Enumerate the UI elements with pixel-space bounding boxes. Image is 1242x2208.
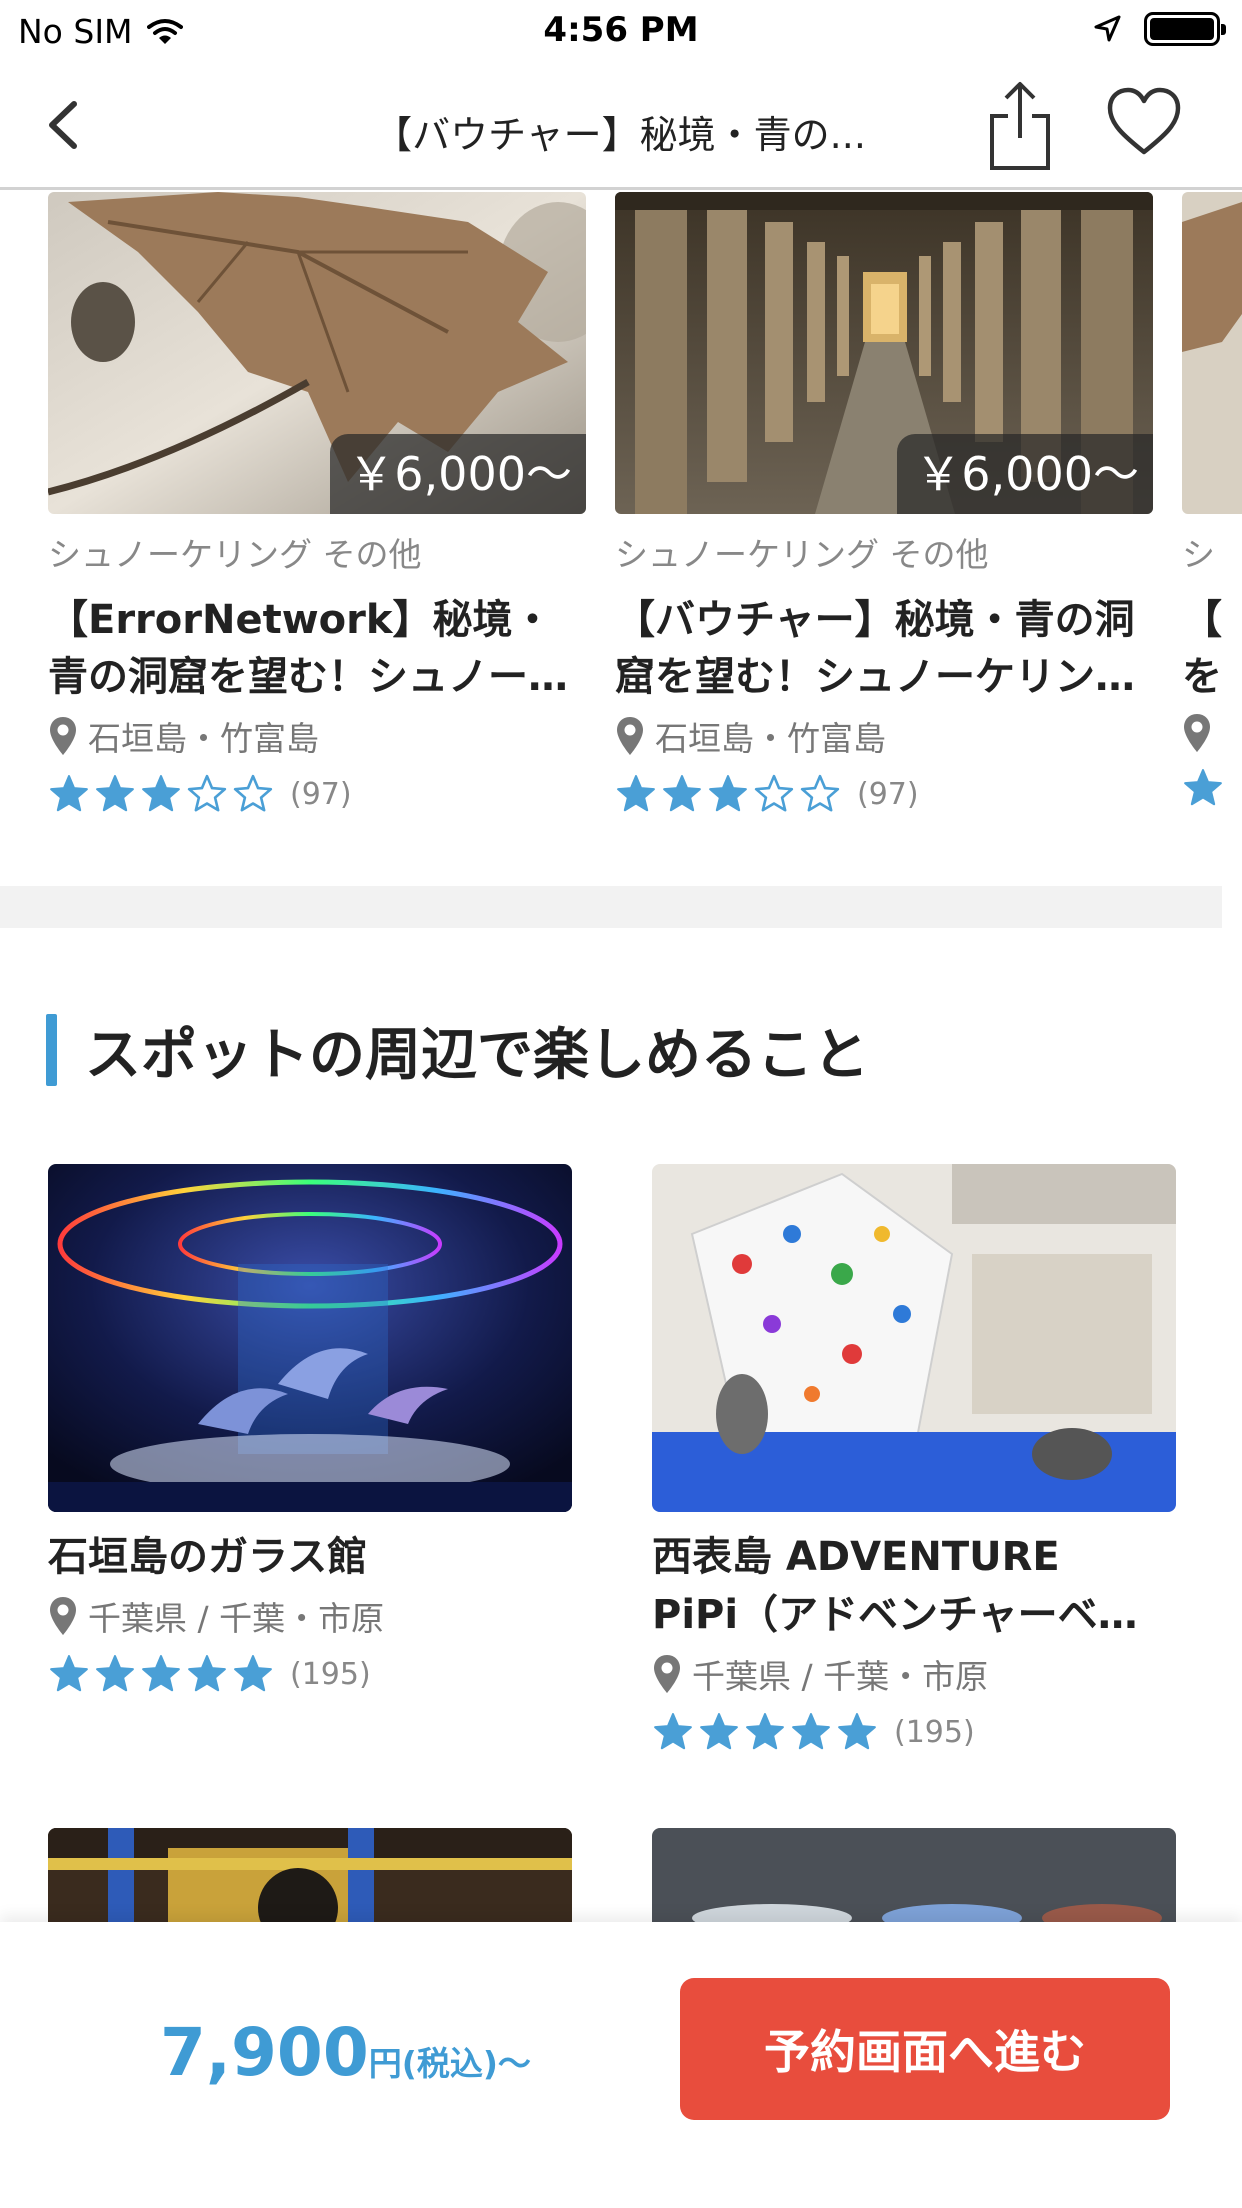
location-label: 千葉県 / 千葉・市原 <box>88 1599 385 1638</box>
dolphin-show-photo <box>48 1164 572 1512</box>
spot-name-line: 西表島 ADVENTURE <box>652 1534 1060 1580</box>
star-filled-icon <box>654 1713 692 1750</box>
spot-location: 千葉県 / 千葉・市原 <box>652 1650 1176 1698</box>
location-pin-icon <box>617 717 643 755</box>
star-filled-icon <box>50 775 88 812</box>
booking-bar: 7,900 円(税込)〜 予約画面へ進む <box>0 1922 1242 2208</box>
location-arrow-icon <box>1094 15 1121 42</box>
price-unit: 円(税込)〜 <box>368 2044 531 2083</box>
spot-name: 石垣島のガラス館 <box>48 1528 572 1586</box>
section-heading: スポットの周辺で楽しめること <box>46 1012 869 1088</box>
star-filled-icon <box>663 775 701 812</box>
star-filled-icon <box>188 1655 226 1692</box>
star-filled-icon <box>142 1655 180 1692</box>
total-price: 7,900 円(税込)〜 <box>160 2014 531 2091</box>
star-empty-icon <box>187 774 227 812</box>
tour-card-title: 【バウチャー】秘境・青の洞 窟を望む！シュノーケリン… <box>615 592 1153 706</box>
tour-card-category: シュノーケリング その他 <box>48 535 422 574</box>
favorite-heart-icon[interactable] <box>1104 82 1184 162</box>
star-filled-icon <box>1184 769 1222 806</box>
tour-card-location: 石垣島・竹富島 <box>615 712 1153 760</box>
related-tours-carousel[interactable]: ￥6,000〜 シュノーケリング その他 【ErrorNetwork】秘境・ 青… <box>0 192 1242 852</box>
tour-card[interactable]: ￥6,000〜 シュノーケリング その他 【バウチャー】秘境・青の洞 窟を望む！… <box>615 192 1153 814</box>
app-screen: No SIM 4:56 PM 【バウチャー】秘境・青の... ￥6,000〜 シ… <box>0 0 1242 2208</box>
tour-card-title-line: 窟を望む！シュノーケリン… <box>615 654 1135 700</box>
location-pin-icon <box>50 1597 76 1635</box>
tour-card-location: 石垣島・竹富島 <box>48 712 586 760</box>
location-label: 石垣島・竹富島 <box>655 719 886 758</box>
tour-card-location <box>1182 712 1242 754</box>
star-filled-icon <box>838 1713 876 1750</box>
spot-location: 千葉県 / 千葉・市原 <box>48 1592 572 1640</box>
star-filled-icon <box>746 1713 784 1750</box>
spot-name-line: PiPi（アドベンチャーベ… <box>652 1592 1138 1638</box>
tour-card-image <box>1182 192 1242 514</box>
price-value: 7,900 <box>160 2014 369 2091</box>
tour-card-category: シュノーケリング その他 <box>615 535 989 574</box>
star-filled-icon <box>792 1713 830 1750</box>
spot-image <box>48 1164 572 1512</box>
location-pin-icon <box>654 1655 680 1693</box>
tour-card-title-line: 【 <box>1182 597 1222 643</box>
heading-accent-bar <box>46 1014 57 1086</box>
review-count: (195) <box>894 1714 975 1750</box>
star-rating: (97) <box>615 774 1153 814</box>
spot-name: 西表島 ADVENTURE PiPi（アドベンチャーベ… <box>652 1528 1176 1644</box>
navigation-bar: 【バウチャー】秘境・青の... <box>0 62 1242 190</box>
star-empty-icon <box>754 774 794 812</box>
page-title: 【バウチャー】秘境・青の... <box>374 113 866 157</box>
battery-icon <box>1144 12 1226 46</box>
star-filled-icon <box>234 1655 272 1692</box>
star-filled-icon <box>709 775 747 812</box>
review-count: (97) <box>290 776 352 812</box>
price-tag: ￥6,000〜 <box>897 434 1153 514</box>
tour-card-category: シ <box>1182 535 1215 574</box>
climbing-gym-photo <box>652 1164 1176 1512</box>
back-icon[interactable] <box>30 90 100 160</box>
spot-image <box>652 1164 1176 1512</box>
tour-card-image: ￥6,000〜 <box>48 192 586 514</box>
tour-card-image: ￥6,000〜 <box>615 192 1153 514</box>
location-pin-icon <box>50 717 76 755</box>
nearby-spot-card[interactable]: 石垣島のガラス館 千葉県 / 千葉・市原 (195) <box>48 1164 572 1694</box>
star-empty-icon <box>800 774 840 812</box>
review-count: (195) <box>290 1656 371 1692</box>
location-pin-icon <box>1184 714 1210 752</box>
tour-card[interactable]: ￥6,000〜 シュノーケリング その他 【ErrorNetwork】秘境・ 青… <box>48 192 586 814</box>
tour-card-title-line: を <box>1182 654 1222 700</box>
section-title: スポットの周辺で楽しめること <box>85 1022 869 1088</box>
star-filled-icon <box>96 1655 134 1692</box>
status-bar: No SIM 4:56 PM <box>0 0 1242 62</box>
price-tag: ￥6,000〜 <box>330 434 586 514</box>
location-label: 石垣島・竹富島 <box>88 719 319 758</box>
star-filled-icon <box>617 775 655 812</box>
tour-card-title: 【 を <box>1182 592 1242 706</box>
location-label: 千葉県 / 千葉・市原 <box>692 1657 989 1696</box>
status-right <box>1092 12 1226 46</box>
status-time: 4:56 PM <box>543 10 699 50</box>
star-filled-icon <box>96 775 134 812</box>
tour-card[interactable]: シ 【 を <box>1182 192 1242 808</box>
review-count: (97) <box>857 776 919 812</box>
share-icon[interactable] <box>982 76 1058 176</box>
star-rating: (97) <box>48 774 586 814</box>
reserve-button[interactable]: 予約画面へ進む <box>680 1978 1170 2120</box>
dry-leaf-photo <box>1182 192 1242 514</box>
star-filled-icon <box>50 1655 88 1692</box>
tour-card-title-line: 青の洞窟を望む！シュノー… <box>48 654 568 700</box>
tour-card-title: 【ErrorNetwork】秘境・ 青の洞窟を望む！シュノー… <box>48 592 586 706</box>
battery-nub <box>1221 24 1226 35</box>
tour-card-title-line: 【ErrorNetwork】秘境・ <box>48 597 553 643</box>
star-rating: (195) <box>652 1712 1176 1752</box>
star-rating: (195) <box>48 1654 572 1694</box>
tour-card-title-line: 【バウチャー】秘境・青の洞 <box>615 597 1135 643</box>
star-filled-icon <box>142 775 180 812</box>
section-divider <box>0 886 1222 928</box>
battery-level <box>1150 18 1214 40</box>
star-empty-icon <box>233 774 273 812</box>
spot-name-line: 石垣島のガラス館 <box>48 1534 368 1580</box>
nearby-spot-card[interactable]: 西表島 ADVENTURE PiPi（アドベンチャーベ… 千葉県 / 千葉・市原… <box>652 1164 1176 1752</box>
star-rating <box>1182 768 1242 808</box>
star-filled-icon <box>700 1713 738 1750</box>
